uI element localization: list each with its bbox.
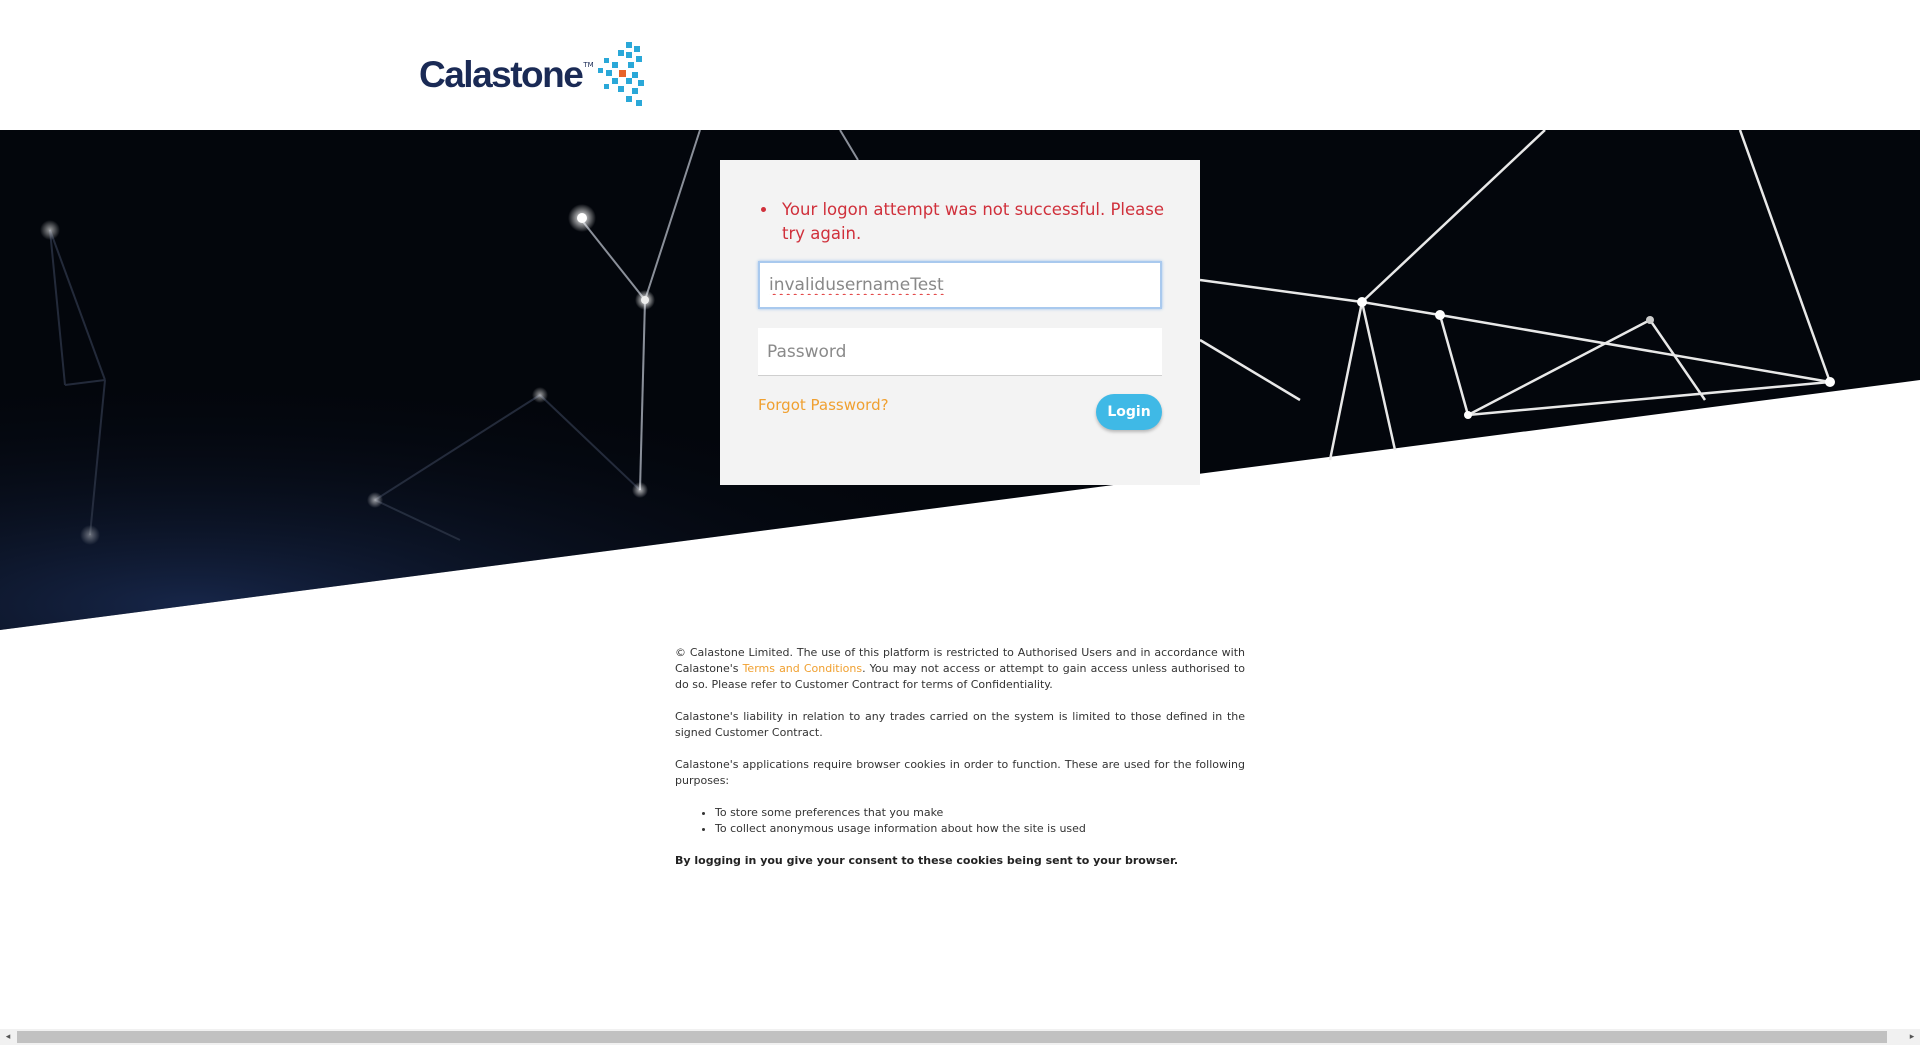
scroll-left-arrow-icon[interactable]: ◂ bbox=[0, 1031, 16, 1043]
cookie-consent-text: By logging in you give your consent to t… bbox=[675, 854, 1179, 867]
page-header: Calastone TM bbox=[0, 0, 1920, 130]
legal-paragraph-1: © Calastone Limited. The use of this pla… bbox=[675, 645, 1245, 693]
terms-and-conditions-link[interactable]: Terms and Conditions bbox=[743, 662, 863, 675]
calastone-logo: Calastone TM bbox=[419, 40, 646, 110]
cookie-consent-statement: By logging in you give your consent to t… bbox=[675, 853, 1245, 869]
legal-paragraph-2: Calastone's liability in relation to any… bbox=[675, 710, 1245, 739]
list-item: To store some preferences that you make bbox=[715, 805, 1245, 821]
legal-notice: © Calastone Limited. The use of this pla… bbox=[675, 645, 1245, 885]
login-button[interactable]: Login bbox=[1096, 394, 1162, 430]
scroll-right-arrow-icon[interactable]: ▸ bbox=[1904, 1031, 1920, 1043]
logo-wordmark: Calastone bbox=[419, 54, 584, 95]
login-panel: Your logon attempt was not successful. P… bbox=[720, 160, 1200, 485]
forgot-password-link[interactable]: Forgot Password? bbox=[758, 396, 889, 414]
password-input[interactable] bbox=[758, 328, 1162, 376]
scrollbar-thumb[interactable] bbox=[17, 1031, 1887, 1043]
legal-paragraph-3: Calastone's applications require browser… bbox=[675, 758, 1245, 787]
cookie-purpose-list: To store some preferences that you make … bbox=[675, 805, 1245, 837]
logo-trademark: TM bbox=[583, 61, 594, 69]
list-item: To collect anonymous usage information a… bbox=[715, 821, 1245, 837]
login-error-message: Your logon attempt was not successful. P… bbox=[778, 198, 1178, 246]
username-input[interactable] bbox=[758, 261, 1162, 309]
calastone-cube-mark-icon bbox=[597, 42, 644, 106]
login-error-list: Your logon attempt was not successful. P… bbox=[758, 198, 1178, 246]
horizontal-scrollbar[interactable]: ◂ ▸ bbox=[0, 1029, 1920, 1045]
